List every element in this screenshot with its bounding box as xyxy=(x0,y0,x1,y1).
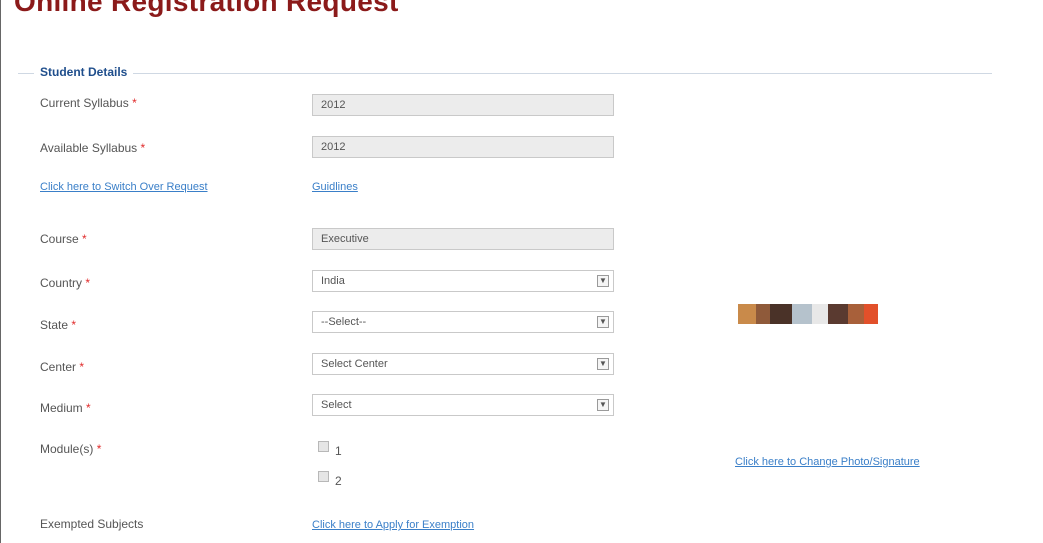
required-marker: * xyxy=(71,318,77,332)
chevron-down-icon[interactable]: ▼ xyxy=(597,316,609,328)
available-syllabus-field: 2012 xyxy=(312,136,614,158)
module-2-checkbox[interactable] xyxy=(318,471,329,482)
country-label: Country * xyxy=(40,276,91,290)
change-photo-signature-link[interactable]: Click here to Change Photo/Signature xyxy=(735,456,920,468)
required-marker: * xyxy=(79,360,85,374)
frame-border xyxy=(0,0,1,543)
switch-over-request-link[interactable]: Click here to Switch Over Request xyxy=(40,181,208,193)
guidelines-link[interactable]: Guidlines xyxy=(312,181,358,193)
required-marker: * xyxy=(82,232,87,246)
module-1-checkbox[interactable] xyxy=(318,441,329,452)
required-marker: * xyxy=(86,401,91,415)
chevron-down-icon[interactable]: ▼ xyxy=(597,358,609,370)
module-1-label: 1 xyxy=(335,444,342,458)
medium-label: Medium * xyxy=(40,401,91,415)
course-field: Executive xyxy=(312,228,614,250)
fieldset-legend: Student Details xyxy=(34,65,134,79)
state-label: State * xyxy=(40,318,77,332)
fieldset-border xyxy=(18,73,992,74)
modules-label: Module(s) * xyxy=(40,442,102,456)
current-syllabus-field: 2012 xyxy=(312,94,614,116)
state-select[interactable]: --Select-- ▼ xyxy=(312,311,614,333)
module-2-label: 2 xyxy=(335,474,342,488)
course-label: Course * xyxy=(40,232,87,246)
required-marker: * xyxy=(132,96,137,110)
page-title: Online Registration Request xyxy=(14,0,399,17)
current-syllabus-label: Current Syllabus * xyxy=(40,96,137,110)
apply-exemption-link[interactable]: Click here to Apply for Exemption xyxy=(312,519,474,531)
required-marker: * xyxy=(85,276,91,290)
country-select[interactable]: India ▼ xyxy=(312,270,614,292)
exempted-subjects-label: Exempted Subjects xyxy=(40,517,144,531)
center-label: Center * xyxy=(40,360,85,374)
center-select[interactable]: Select Center ▼ xyxy=(312,353,614,375)
chevron-down-icon[interactable]: ▼ xyxy=(597,275,609,287)
available-syllabus-label: Available Syllabus * xyxy=(40,141,146,155)
photo-preview xyxy=(738,304,878,324)
chevron-down-icon[interactable]: ▼ xyxy=(597,399,609,411)
required-marker: * xyxy=(140,141,146,155)
medium-select[interactable]: Select ▼ xyxy=(312,394,614,416)
required-marker: * xyxy=(96,442,102,456)
